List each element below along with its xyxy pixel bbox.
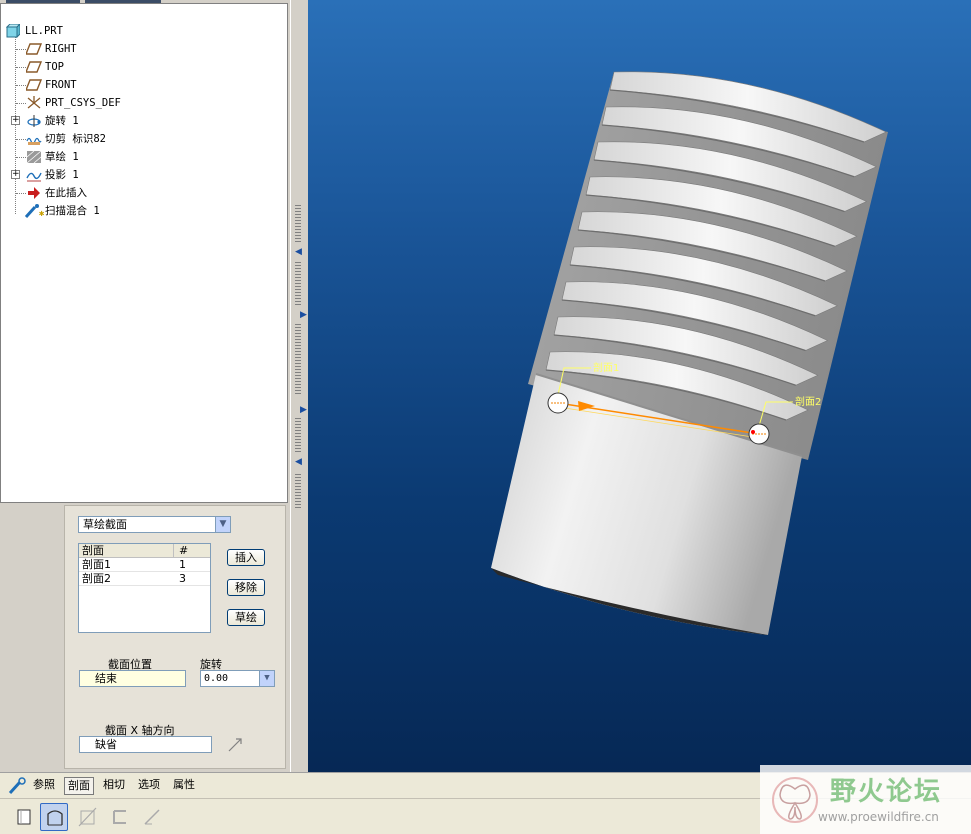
direction-arrow-icon[interactable] <box>227 737 243 753</box>
tree-item-label: FRONT <box>45 79 77 91</box>
chevron-down-icon[interactable]: ▼ <box>259 671 274 686</box>
left-panel: LL.PRT RIGHT TOP FRONT PRT_CSYS_DEF + 旋转… <box>0 0 290 772</box>
column-header-section: 剖面 <box>82 544 104 557</box>
table-cell: 1 <box>179 558 186 571</box>
chevron-right-icon[interactable]: ▶ <box>300 311 308 320</box>
chevron-down-icon[interactable]: ▼ <box>215 517 230 532</box>
model-render: 剖面1 剖面2 <box>491 71 888 635</box>
solid-icon[interactable] <box>10 803 38 831</box>
edit-icon[interactable] <box>138 803 166 831</box>
chevron-right-icon[interactable]: ▶ <box>300 406 308 415</box>
cut-icon <box>26 132 42 146</box>
graphics-viewport[interactable]: 剖面1 剖面2 <box>308 0 971 772</box>
tree-item-label: 扫描混合 1 <box>45 205 100 217</box>
tree-item-label: PRT_CSYS_DEF <box>45 97 121 109</box>
tree-item-label: 草绘 1 <box>45 151 79 163</box>
coordinate-system-icon <box>26 96 42 110</box>
table-header: 剖面 # <box>79 544 210 558</box>
rotation-combo[interactable]: 0.00 ▼ <box>200 670 275 687</box>
sections-table[interactable]: 剖面 # 剖面1 1 剖面2 3 <box>78 543 211 633</box>
tree-item-label: 旋转 1 <box>45 115 79 127</box>
datum-plane-icon <box>24 42 43 56</box>
tab-references[interactable]: 参照 <box>30 777 58 795</box>
tab-tangency[interactable]: 相切 <box>100 777 128 795</box>
sketch-icon <box>26 150 42 164</box>
tree-item-label: RIGHT <box>45 43 77 55</box>
tree-item-label: 投影 1 <box>45 169 79 181</box>
splitter-grip[interactable] <box>295 205 301 243</box>
projection-icon <box>26 168 42 182</box>
butterfly-logo-icon <box>768 773 823 828</box>
splitter-grip[interactable] <box>295 324 301 396</box>
table-row[interactable]: 剖面1 1 <box>79 558 210 572</box>
datum-plane-icon <box>24 78 43 92</box>
table-cell: 剖面2 <box>82 572 111 585</box>
remove-material-icon[interactable] <box>74 803 102 831</box>
section-type-value: 草绘截面 <box>83 518 127 531</box>
insert-button[interactable]: 插入 <box>227 549 265 566</box>
expand-icon[interactable]: + <box>11 116 20 125</box>
column-header-number: # <box>179 544 189 557</box>
expand-icon[interactable]: + <box>11 170 20 179</box>
tree-item-label: 切剪 标识82 <box>45 133 106 145</box>
tree-item-label: TOP <box>45 61 64 73</box>
splitter-grip[interactable] <box>295 262 301 307</box>
surface-icon[interactable] <box>40 803 68 831</box>
rotation-value: 0.00 <box>204 673 229 684</box>
chevron-left-icon[interactable]: ◀ <box>295 248 303 257</box>
remove-button[interactable]: 移除 <box>227 579 265 596</box>
sections-panel: 草绘截面 ▼ 剖面 # 剖面1 1 剖面2 3 插入 移除 草绘 截面位置 旋转… <box>64 505 286 769</box>
panel-splitter[interactable]: ◀ ▶ ▶ ◀ <box>290 0 308 772</box>
swept-blend-icon: ✱ <box>24 204 45 219</box>
watermark-url: www.proewildfire.cn <box>818 810 939 824</box>
table-row[interactable]: 剖面2 3 <box>79 572 210 586</box>
section-x-axis-field[interactable]: 缺省 <box>79 736 212 753</box>
insert-here-arrow-icon <box>26 186 42 200</box>
forum-watermark: 野火论坛 www.proewildfire.cn <box>760 765 971 834</box>
tab-properties[interactable]: 属性 <box>170 777 198 795</box>
splitter-grip[interactable] <box>295 474 301 510</box>
tree-item-label: 在此插入 <box>45 187 87 199</box>
revolve-icon <box>26 114 42 128</box>
tab-sections[interactable]: 剖面 <box>64 777 94 795</box>
swept-blend-icon <box>8 777 28 795</box>
watermark-title: 野火论坛 <box>830 777 943 807</box>
thicken-icon[interactable] <box>106 803 134 831</box>
chevron-left-icon[interactable]: ◀ <box>295 458 303 467</box>
table-cell: 剖面1 <box>82 558 111 571</box>
section-label-2: 剖面2 <box>795 395 821 408</box>
tab-options[interactable]: 选项 <box>135 777 163 795</box>
splitter-grip[interactable] <box>295 418 301 454</box>
section-type-dropdown[interactable]: 草绘截面 ▼ <box>78 516 231 533</box>
tree-item-label: LL.PRT <box>25 25 63 37</box>
model-tree: LL.PRT RIGHT TOP FRONT PRT_CSYS_DEF + 旋转… <box>0 3 288 503</box>
section-label-1: 剖面1 <box>593 361 619 374</box>
datum-plane-icon <box>24 60 43 74</box>
section-location-field[interactable]: 结束 <box>79 670 186 687</box>
part-icon <box>5 22 22 39</box>
sketch-button[interactable]: 草绘 <box>227 609 265 626</box>
table-cell: 3 <box>179 572 186 585</box>
